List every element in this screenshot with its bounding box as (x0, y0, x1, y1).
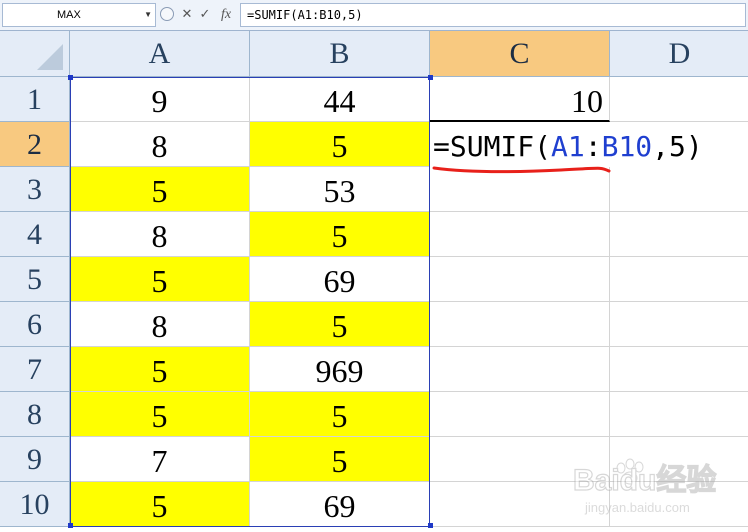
enter-icon[interactable]: ✓ (198, 6, 212, 24)
row-header-10[interactable]: 10 (0, 482, 70, 527)
formula-bar: MAX ▼ ✕ ✓ fx =SUMIF(A1:B10,5) (0, 0, 748, 31)
watermark-url: jingyan.baidu.com (584, 500, 690, 515)
row-header-6[interactable]: 6 (0, 302, 70, 347)
cell-c8[interactable] (430, 392, 610, 437)
cell-b1[interactable]: 44 (250, 77, 430, 122)
selection-handle[interactable] (68, 75, 73, 80)
formula-range-end: B10 (601, 130, 653, 163)
row-header-9[interactable]: 9 (0, 437, 70, 482)
cell-a8[interactable]: 5 (70, 392, 250, 437)
cell-b5[interactable]: 69 (250, 257, 430, 302)
red-underline-annotation (432, 166, 611, 174)
name-box-dropdown-icon[interactable]: ▼ (144, 4, 152, 26)
cell-a4[interactable]: 8 (70, 212, 250, 257)
name-box[interactable]: MAX ▼ (2, 3, 156, 27)
cell-a7[interactable]: 5 (70, 347, 250, 392)
cell-a10[interactable]: 5 (70, 482, 250, 527)
cell-d8[interactable] (610, 392, 748, 437)
column-header-a[interactable]: A (70, 31, 250, 77)
formula-range-colon: : (584, 130, 602, 163)
selection-handle[interactable] (428, 523, 433, 528)
row-header-4[interactable]: 4 (0, 212, 70, 257)
cell-d5[interactable] (610, 257, 748, 302)
insert-function-icon[interactable]: fx (217, 6, 235, 24)
cell-a6[interactable]: 8 (70, 302, 250, 347)
row-header-8[interactable]: 8 (0, 392, 70, 437)
column-header-d[interactable]: D (610, 31, 748, 77)
row-header-1[interactable]: 1 (0, 77, 70, 122)
cell-d6[interactable] (610, 302, 748, 347)
row-header-2[interactable]: 2 (0, 122, 70, 167)
selection-handle[interactable] (428, 75, 433, 80)
cell-b10[interactable]: 69 (250, 482, 430, 527)
watermark-text: Baidu经验 (573, 463, 716, 497)
cell-c7[interactable] (430, 347, 610, 392)
cell-a5[interactable]: 5 (70, 257, 250, 302)
cell-b6[interactable]: 5 (250, 302, 430, 347)
name-box-value: MAX (57, 9, 81, 21)
formula-prefix: =SUMIF( (433, 130, 552, 163)
cell-a2[interactable]: 8 (70, 122, 250, 167)
cell-c5[interactable] (430, 257, 610, 302)
row-header-7[interactable]: 7 (0, 347, 70, 392)
formula-suffix: ,5) (652, 130, 703, 163)
formula-range-start: A1 (551, 130, 585, 163)
cell-b3[interactable]: 53 (250, 167, 430, 212)
cell-d1[interactable] (610, 77, 748, 122)
cell-b7[interactable]: 969 (250, 347, 430, 392)
cell-a9[interactable]: 7 (70, 437, 250, 482)
cancel-icon[interactable]: ✕ (180, 6, 194, 24)
selection-handle[interactable] (68, 523, 73, 528)
cell-b2[interactable]: 5 (250, 122, 430, 167)
row-header-3[interactable]: 3 (0, 167, 70, 212)
column-header-b[interactable]: B (250, 31, 430, 77)
cell-b8[interactable]: 5 (250, 392, 430, 437)
cell-d3[interactable] (610, 167, 748, 212)
formula-bar-resize-icon[interactable] (160, 7, 174, 21)
formula-input[interactable]: =SUMIF(A1:B10,5) (240, 3, 746, 27)
cell-a1[interactable]: 9 (70, 77, 250, 122)
cell-d7[interactable] (610, 347, 748, 392)
cell-c4[interactable] (430, 212, 610, 257)
baidu-jingyan-watermark: Baidu经验 jingyan.baidu.com (572, 458, 717, 515)
select-all-corner[interactable] (0, 31, 70, 77)
cell-c6[interactable] (430, 302, 610, 347)
cell-d4[interactable] (610, 212, 748, 257)
cell-b9[interactable]: 5 (250, 437, 430, 482)
column-header-c[interactable]: C (430, 31, 610, 77)
cell-b4[interactable]: 5 (250, 212, 430, 257)
row-header-5[interactable]: 5 (0, 257, 70, 302)
cell-a3[interactable]: 5 (70, 167, 250, 212)
select-all-triangle-icon (37, 44, 63, 70)
cell-c1[interactable]: 10 (430, 77, 610, 122)
